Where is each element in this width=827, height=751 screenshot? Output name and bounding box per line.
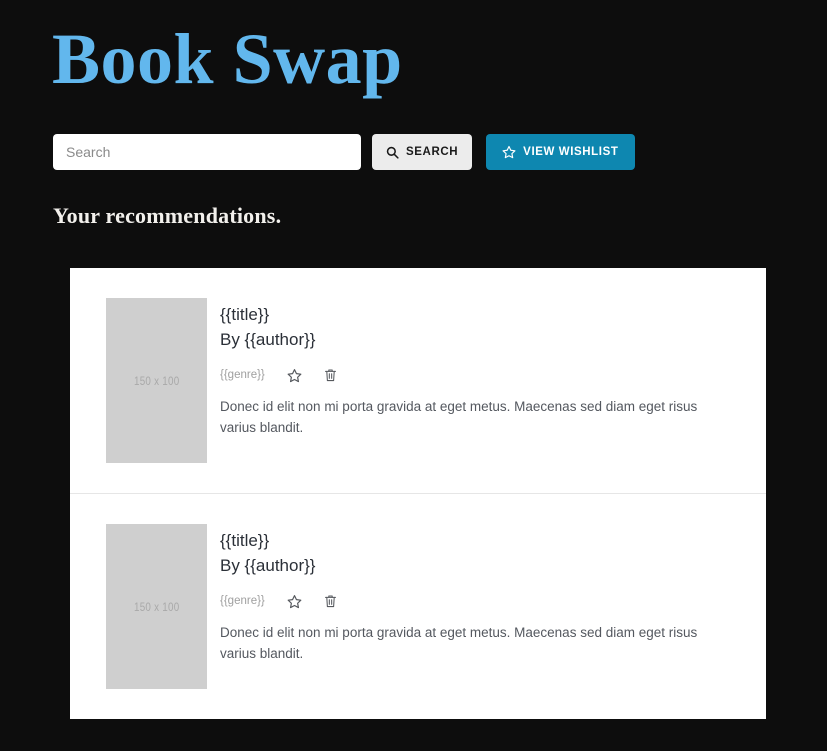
book-genre: {{genre}} xyxy=(220,594,265,607)
book-meta-row: {{genre}} xyxy=(220,592,742,610)
site-title: Book Swap xyxy=(52,19,403,99)
page-root: Book Swap Search View Wishlist Your reco… xyxy=(0,0,827,751)
page-title: Your recommendations. xyxy=(53,203,282,228)
book-title: {{title}} xyxy=(220,531,270,550)
delete-book-button[interactable] xyxy=(324,594,337,609)
search-input[interactable] xyxy=(53,134,361,170)
book-meta-row: {{genre}} xyxy=(220,366,742,384)
search-button-label: Search xyxy=(406,146,459,158)
trash-icon xyxy=(324,594,337,609)
list-item: 150 x 100 {{title}} By {{author}} {{genr… xyxy=(70,493,766,719)
view-wishlist-label: View Wishlist xyxy=(523,146,619,158)
book-description: Donec id elit non mi porta gravida at eg… xyxy=(220,625,698,661)
star-outline-icon xyxy=(287,368,302,383)
search-button[interactable]: Search xyxy=(372,134,473,170)
book-description: Donec id elit non mi porta gravida at eg… xyxy=(220,399,698,435)
book-title: {{title}} xyxy=(220,305,270,324)
book-cover-placeholder: 150 x 100 xyxy=(106,298,207,463)
add-to-wishlist-button[interactable] xyxy=(287,594,302,609)
book-genre: {{genre}} xyxy=(220,368,265,381)
book-info: {{title}} By {{author}} {{genre}} Donec … xyxy=(220,524,742,664)
cover-placeholder-label: 150 x 100 xyxy=(133,599,180,614)
delete-book-button[interactable] xyxy=(324,368,337,383)
book-info: {{title}} By {{author}} {{genre}} Donec … xyxy=(220,298,742,438)
list-item: 150 x 100 {{title}} By {{author}} {{genr… xyxy=(70,268,766,493)
book-cover-placeholder: 150 x 100 xyxy=(106,524,207,689)
view-wishlist-button[interactable]: View Wishlist xyxy=(486,134,635,170)
star-outline-icon xyxy=(287,594,302,609)
book-author: By {{author}} xyxy=(220,329,316,349)
star-outline-icon xyxy=(502,145,516,159)
magnifier-icon xyxy=(386,146,399,159)
trash-icon xyxy=(324,368,337,383)
search-bar: Search View Wishlist xyxy=(53,134,635,170)
book-author: By {{author}} xyxy=(220,555,316,575)
add-to-wishlist-button[interactable] xyxy=(287,368,302,383)
recommendations-card: 150 x 100 {{title}} By {{author}} {{genr… xyxy=(70,268,766,719)
cover-placeholder-label: 150 x 100 xyxy=(133,373,180,388)
